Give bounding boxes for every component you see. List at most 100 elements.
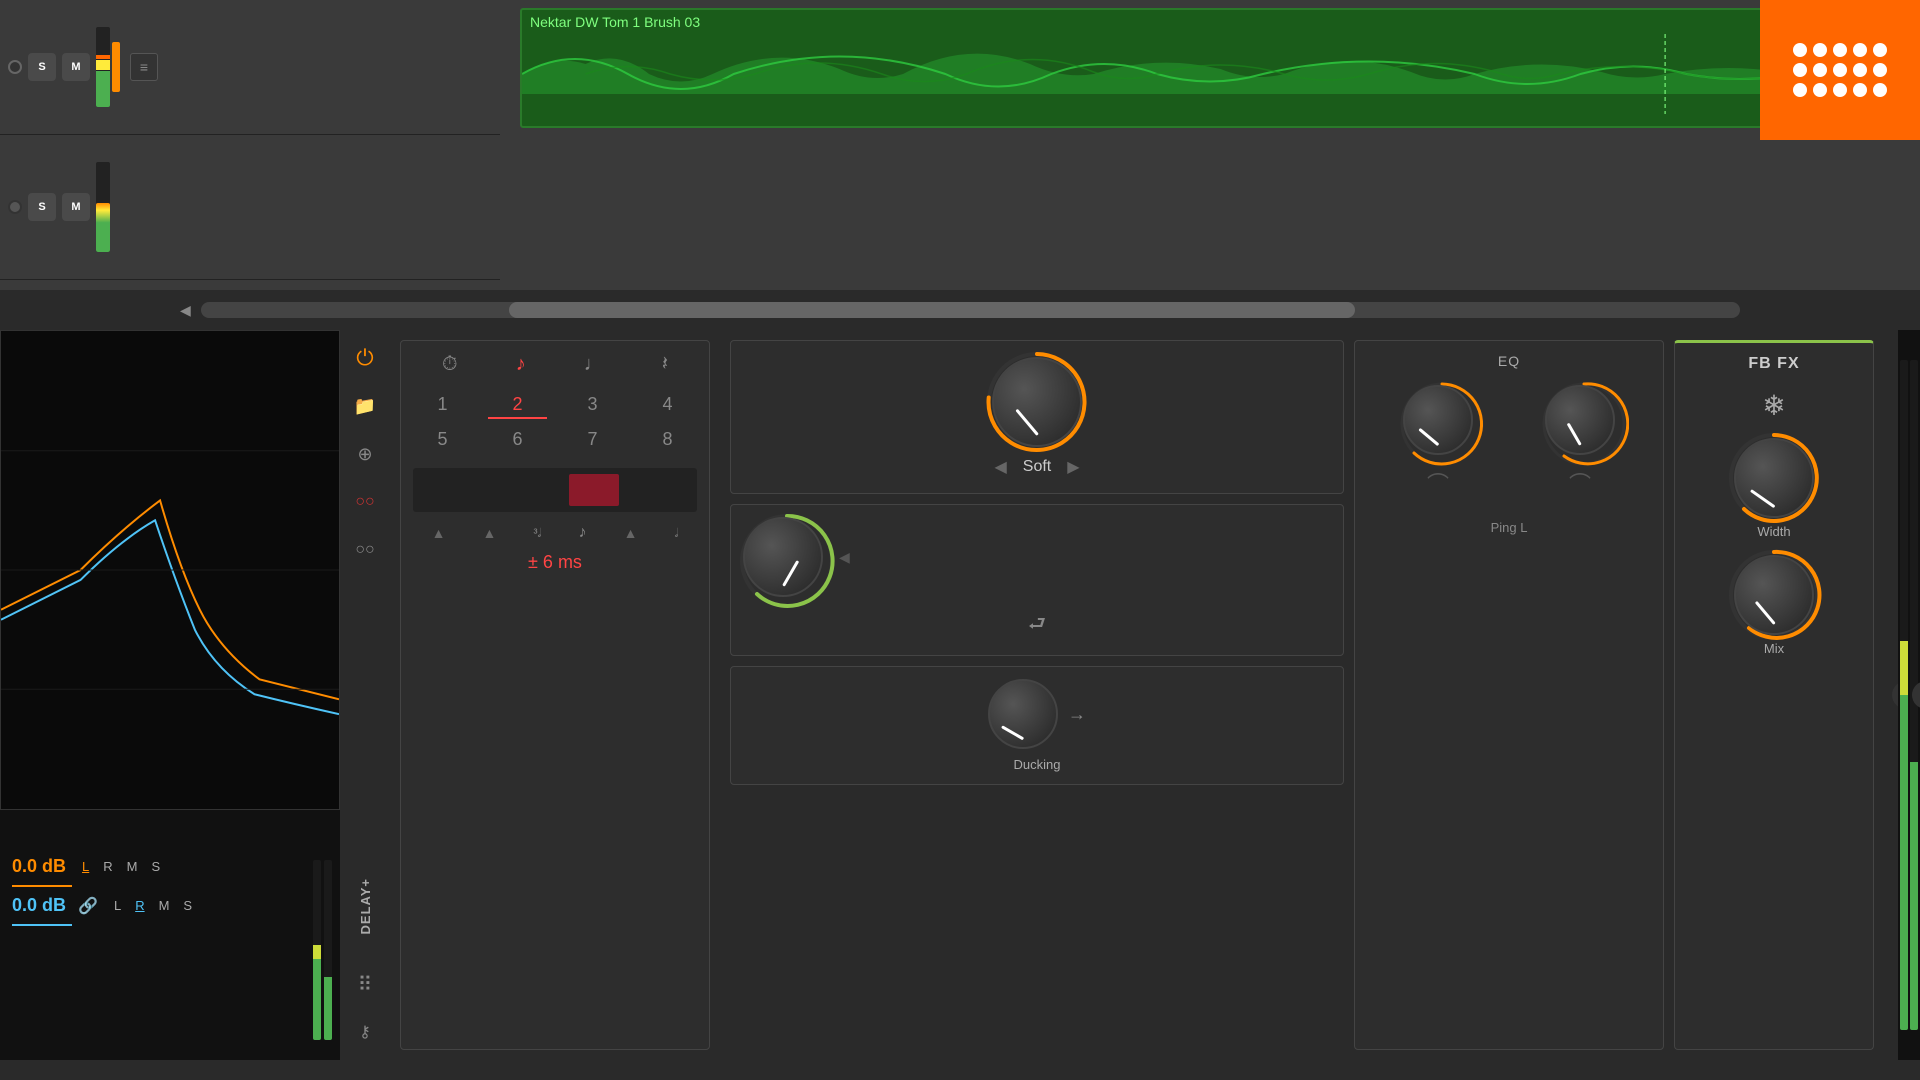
side-meters <box>313 860 332 1040</box>
soft-knob-wrap <box>992 357 1082 447</box>
eq-curve-1[interactable]: ⌒ <box>1427 467 1449 499</box>
track-led-2[interactable] <box>8 200 22 214</box>
ch-r-orange[interactable]: R <box>99 857 116 876</box>
clock-icon[interactable]: ⏱ <box>442 353 458 376</box>
soft-knob[interactable] <box>992 357 1082 447</box>
ducking-knob-wrap <box>988 679 1058 749</box>
num-6[interactable]: 6 <box>488 427 547 452</box>
key-button[interactable]: ⚷ <box>347 1014 383 1050</box>
soft-row: ◀ Soft ▶ <box>994 457 1079 477</box>
feedback-row: ◀ <box>743 517 1331 597</box>
pos-left-arrow[interactable]: ▲ <box>432 525 446 541</box>
width-label: Width <box>1757 524 1790 539</box>
return-icon[interactable]: ⮐ <box>1028 609 1046 643</box>
eq-title: EQ <box>1367 353 1651 369</box>
ch-l-orange[interactable]: L <box>78 857 93 876</box>
logo-dot <box>1873 63 1887 77</box>
scroll-left-arrow[interactable]: ◀ <box>180 302 191 319</box>
num-3[interactable]: 3 <box>563 392 622 419</box>
ch-m-blue[interactable]: M <box>155 896 174 915</box>
pos-center-arrow[interactable]: ▲ <box>483 525 497 541</box>
logo-dot <box>1793 83 1807 97</box>
mute-button-2[interactable]: M <box>62 193 90 221</box>
feedback-knob[interactable] <box>743 517 823 597</box>
position-bar[interactable] <box>413 468 697 512</box>
link-icon[interactable]: 🔗 <box>78 896 98 916</box>
logo-dots-grid <box>1793 43 1887 97</box>
level-display: 0.0 dB L R M S 0.0 dB 🔗 L R M S <box>0 840 340 1060</box>
plugin-area: 0.0 dB L R M S 0.0 dB 🔗 L R M S <box>0 330 1920 1060</box>
solo-button-1[interactable]: S <box>28 53 56 81</box>
mix-knob[interactable] <box>1734 555 1814 635</box>
logo-dot <box>1853 43 1867 57</box>
ms-display: ± 6 ms <box>413 552 697 573</box>
fbfx-title: FB FX <box>1748 355 1799 373</box>
ch-r-blue[interactable]: R <box>131 896 148 915</box>
eq-knob-2-wrap <box>1545 385 1615 455</box>
ch-s-blue[interactable]: S <box>179 896 196 915</box>
logo-dot <box>1813 63 1827 77</box>
ch-m-orange[interactable]: M <box>123 857 142 876</box>
quarter-note-icon[interactable]: ♩ <box>584 353 604 376</box>
track-options-1[interactable]: ≡ <box>130 53 158 81</box>
position-marker <box>569 474 619 506</box>
eq-knob-1[interactable] <box>1403 385 1473 455</box>
logo-dot <box>1813 83 1827 97</box>
blue-underline <box>12 924 72 926</box>
position-controls: ▲ ▲ ³𝅗𝅥 ♪ ▲ 𝅗𝅥 <box>413 524 697 542</box>
num-7[interactable]: 7 <box>563 427 622 452</box>
track-timeline: Nektar DW Tom 1 Brush 03 <box>500 0 1920 290</box>
half-note-icon[interactable]: 𝄽 <box>662 353 668 376</box>
pos-right-arrow[interactable]: ▲ <box>624 525 638 541</box>
eq-knobs-row <box>1367 385 1651 455</box>
track-row-2: S M <box>0 135 500 280</box>
feedback-arrow-indicator: ◀ <box>839 549 850 566</box>
ch-s-orange[interactable]: S <box>148 857 165 876</box>
link-chain-button[interactable]: ⊕ <box>347 436 383 472</box>
solo-button-2[interactable]: S <box>28 193 56 221</box>
audio-clip[interactable]: Nektar DW Tom 1 Brush 03 <box>520 8 1900 128</box>
feedback-section: ◀ ⮐ <box>730 504 1344 656</box>
track-meter-2 <box>96 162 110 252</box>
scrollbar-track[interactable] <box>201 302 1740 318</box>
scrollbar-thumb[interactable] <box>509 302 1356 318</box>
record-button[interactable]: ○○ <box>347 484 383 520</box>
power-button[interactable]: ⏻ <box>347 340 383 376</box>
dots-menu-button[interactable]: ⠿ <box>347 966 383 1002</box>
power-icon: ⏻ <box>356 345 373 371</box>
triplet-icon-2: 𝅗𝅥 <box>675 526 679 541</box>
logo-dot <box>1853 83 1867 97</box>
num-5[interactable]: 5 <box>413 427 472 452</box>
grid-numbers: 1 2 3 4 5 6 7 8 <box>413 392 697 452</box>
num-1[interactable]: 1 <box>413 392 472 419</box>
track-led-1[interactable] <box>8 60 22 74</box>
eq-section: EQ <box>1354 340 1664 1050</box>
fbfx-panel: FB FX ❄ Width <box>1674 340 1874 1050</box>
logo-dot <box>1833 83 1847 97</box>
num-2[interactable]: 2 <box>488 392 547 419</box>
snowflake-icon[interactable]: ❄ <box>1762 389 1785 422</box>
record-button-2[interactable]: ○○ <box>347 532 383 568</box>
soft-next-arrow[interactable]: ▶ <box>1067 457 1079 477</box>
ducking-knob-indicator <box>1001 725 1024 740</box>
ducking-section: → Ducking <box>730 666 1344 785</box>
orange-level-value: 0.0 dB <box>12 856 66 877</box>
folder-button[interactable]: 📁 <box>347 388 383 424</box>
num-8[interactable]: 8 <box>638 427 697 452</box>
meter-bar-2 <box>324 860 332 1040</box>
width-knob[interactable] <box>1734 438 1814 518</box>
eq-knob-2[interactable] <box>1545 385 1615 455</box>
mute-button-1[interactable]: M <box>62 53 90 81</box>
soft-prev-arrow[interactable]: ◀ <box>994 457 1006 477</box>
eq-knob-2-indicator <box>1566 423 1581 446</box>
ch-l-blue[interactable]: L <box>110 896 125 915</box>
eq-curve-2[interactable]: ⌒ <box>1569 467 1591 499</box>
orange-underline <box>12 885 72 887</box>
analyzer-panel: 0.0 dB L R M S 0.0 dB 🔗 L R M S <box>0 330 340 1060</box>
logo-dot <box>1813 43 1827 57</box>
eq-knob-2-inner <box>1545 385 1615 455</box>
num-4[interactable]: 4 <box>638 392 697 419</box>
orange-level-row: 0.0 dB L R M S <box>12 856 328 877</box>
eighth-note-icon[interactable]: ♪ <box>516 353 526 376</box>
ducking-knob[interactable] <box>988 679 1058 749</box>
